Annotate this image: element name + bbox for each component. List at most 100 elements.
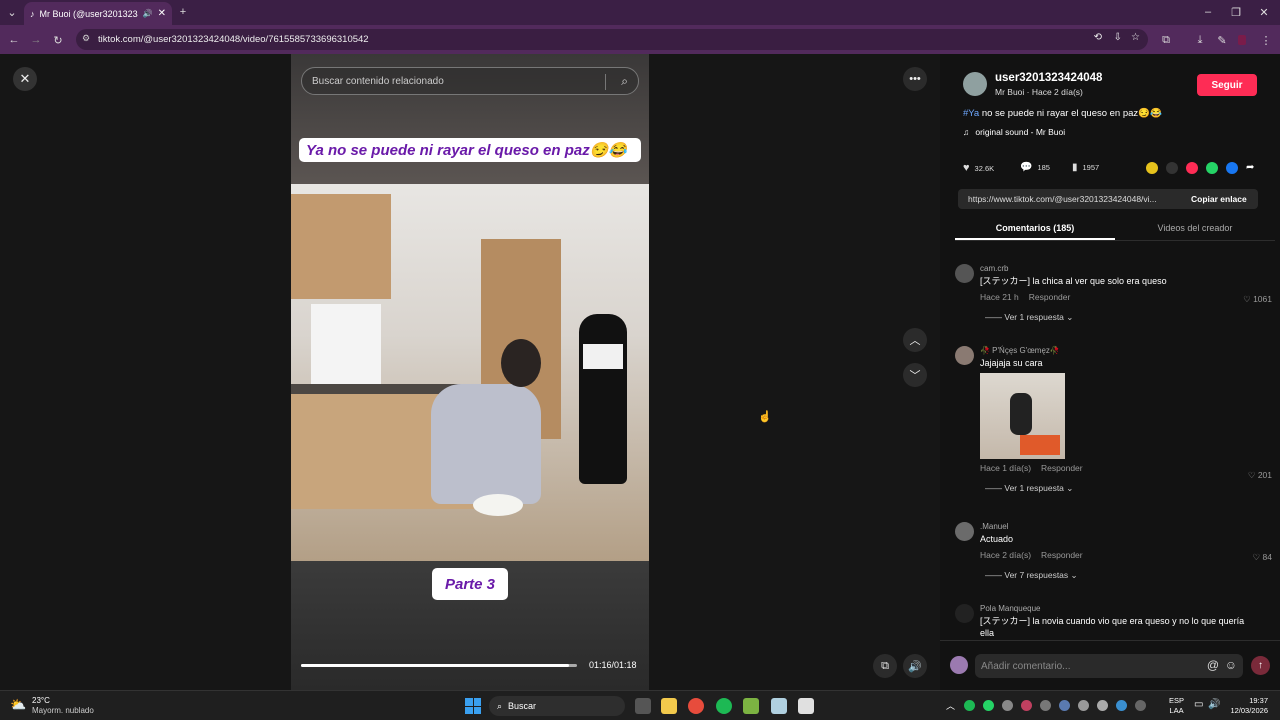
view-replies[interactable]: —— Ver 1 respuesta ⌄ (985, 312, 1275, 323)
maximize-icon[interactable]: ❐ (1228, 5, 1244, 19)
tray-chevron-icon[interactable]: ︿ (946, 699, 955, 712)
send-icon[interactable] (1186, 162, 1198, 174)
related-search-input[interactable]: Buscar contenido relacionado ⌕ (301, 67, 639, 95)
reply-button[interactable]: Responder (1041, 463, 1083, 473)
comment-like[interactable]: ♡ 201 (1248, 470, 1272, 481)
discord-tray-icon[interactable] (1078, 700, 1089, 711)
whatsapp-tray-icon[interactable] (983, 700, 994, 711)
embed-icon[interactable] (1166, 162, 1178, 174)
spotify-tray-icon[interactable] (964, 700, 975, 711)
comment-author[interactable]: 🥀 P'Ńçęs G'œmęz🥀 (980, 346, 1275, 355)
volume-icon[interactable]: 🔊 (903, 654, 927, 678)
reply-button[interactable]: Responder (1029, 292, 1071, 302)
task-view-icon[interactable] (635, 698, 651, 714)
weather-icon[interactable]: ⛅ (10, 697, 26, 713)
comment-like[interactable]: ♡ 1061 (1243, 294, 1272, 305)
store-icon[interactable] (798, 698, 814, 714)
comment-image[interactable] (980, 373, 1065, 459)
comment-avatar[interactable] (955, 264, 974, 283)
next-video-icon[interactable]: ﹀ (903, 363, 927, 387)
vscode-icon[interactable] (771, 698, 787, 714)
tab-comments[interactable]: Comentarios (185) (955, 217, 1115, 240)
comment-like[interactable]: ♡ 84 (1253, 552, 1272, 563)
steam-tray-icon[interactable] (1059, 700, 1070, 711)
comment-avatar[interactable] (955, 522, 974, 541)
video-player[interactable]: Buscar contenido relacionado ⌕ Ya no se … (291, 54, 649, 690)
comment-author[interactable]: cam.crb (980, 264, 1275, 273)
network-icon[interactable]: ▭ (1194, 699, 1203, 710)
share-coin-icon[interactable] (1146, 162, 1158, 174)
comment-input[interactable]: Añadir comentario... @ ☺ (975, 654, 1243, 678)
save-stat[interactable]: ▮ 1957 (1072, 162, 1099, 173)
downloads-icon[interactable]: ⤓ (1192, 32, 1208, 48)
comment-text: Actuado (980, 534, 1014, 544)
post-comment-icon[interactable]: ↑ (1251, 656, 1270, 675)
app-icon[interactable] (743, 698, 759, 714)
follow-button[interactable]: Seguir (1197, 74, 1257, 96)
view-replies[interactable]: —— Ver 1 respuesta ⌄ (985, 483, 1275, 494)
xbox-tray-icon[interactable] (1002, 700, 1013, 711)
view-replies[interactable]: —— Ver 7 respuestas ⌄ (985, 570, 1275, 581)
extension-icon[interactable]: ✎ (1214, 32, 1230, 48)
reload-icon[interactable]: ↻ (50, 32, 66, 48)
weather-text: Mayorm. nublado (32, 706, 94, 715)
tray-app-icon[interactable] (1040, 700, 1051, 711)
floating-player-icon[interactable]: ⧉ (873, 654, 897, 678)
volume-tray-icon[interactable]: 🔊 (1208, 699, 1220, 710)
comment-author[interactable]: .Manuel (980, 522, 1275, 531)
bluetooth-tray-icon[interactable] (1116, 700, 1127, 711)
usb-tray-icon[interactable] (1135, 700, 1146, 711)
comment-stat[interactable]: 💬 185 (1020, 162, 1050, 173)
comment-avatar[interactable] (955, 604, 974, 623)
progress-bar[interactable] (301, 664, 577, 667)
whatsapp-icon[interactable] (1206, 162, 1218, 174)
extensions-icon[interactable]: ⧉ (1158, 32, 1174, 48)
active-tab[interactable]: ♪ Mr Buoi (@user3201323424048) 🔊 ✕ (24, 2, 172, 25)
tab-search-chevron-icon[interactable]: ⌄ (5, 5, 19, 19)
author-username[interactable]: user3201323424048 (995, 72, 1102, 84)
profile-icon[interactable] (1238, 35, 1246, 45)
chrome-icon[interactable] (688, 698, 704, 714)
translate-icon[interactable]: ⟲ (1094, 32, 1102, 43)
site-info-icon[interactable]: ⚙ (82, 33, 90, 44)
menu-icon[interactable]: ⋮ (1260, 32, 1272, 48)
tray-app-icon[interactable] (1097, 700, 1108, 711)
previous-video-icon[interactable]: ︿ (903, 328, 927, 352)
comment-author[interactable]: Pola Manqueque (980, 604, 1255, 613)
like-stat[interactable]: ♥ 32.6K (963, 162, 994, 174)
author-avatar[interactable] (963, 72, 987, 96)
tab-creator-videos[interactable]: Videos del creador (1115, 217, 1275, 240)
reply-button[interactable]: Responder (1041, 550, 1083, 560)
more-options-icon[interactable]: ••• (903, 67, 927, 91)
user-avatar[interactable] (950, 656, 968, 674)
copy-link-button[interactable]: Copiar enlace (1183, 194, 1247, 204)
forward-icon[interactable]: → (28, 32, 44, 48)
back-icon[interactable]: ← (6, 32, 22, 48)
close-window-icon[interactable]: ✕ (1256, 5, 1272, 19)
install-icon[interactable]: ⇩ (1114, 32, 1122, 43)
video-link[interactable]: https://www.tiktok.com/@user320132342404… (958, 194, 1183, 204)
new-tab-icon[interactable]: + (176, 5, 190, 19)
file-explorer-icon[interactable] (661, 698, 677, 714)
tray-app-icon[interactable] (1021, 700, 1032, 711)
emoji-icon[interactable]: ☺ (1225, 658, 1237, 672)
language-indicator[interactable]: ESP LAA (1169, 696, 1184, 716)
facebook-icon[interactable] (1226, 162, 1238, 174)
taskbar-search[interactable]: ⌕ Buscar (489, 696, 625, 716)
likes-count: 32.6K (974, 163, 995, 173)
sound-row[interactable]: ♫ original sound - Mr Buoi (963, 127, 1065, 137)
mention-icon[interactable]: @ (1207, 658, 1219, 672)
url-field[interactable]: ⚙ tiktok.com/@user3201323424048/video/76… (76, 29, 1148, 50)
minimize-icon[interactable]: – (1200, 5, 1216, 19)
share-arrow-icon[interactable]: ➦ (1246, 162, 1254, 174)
windows-start-icon[interactable] (465, 698, 481, 714)
comment-avatar[interactable] (955, 346, 974, 365)
link-box: https://www.tiktok.com/@user320132342404… (958, 189, 1258, 209)
clock[interactable]: 19:37 12/03/2026 (1224, 696, 1268, 716)
search-icon[interactable]: ⌕ (621, 74, 628, 89)
hashtag-link[interactable]: #Ya (963, 108, 979, 119)
tab-close-icon[interactable]: ✕ (158, 8, 166, 19)
close-video-icon[interactable]: ✕ (13, 67, 37, 91)
bookmark-star-icon[interactable]: ☆ (1131, 32, 1140, 43)
spotify-icon[interactable] (716, 698, 732, 714)
